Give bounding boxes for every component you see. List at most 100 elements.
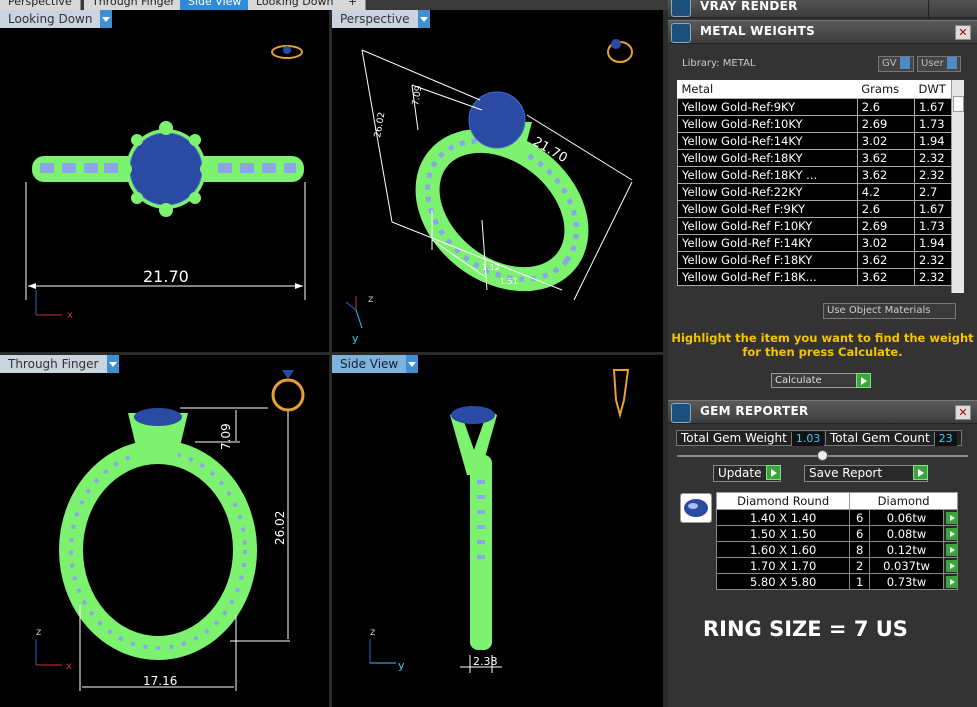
metal-weights-title: METAL WEIGHTS — [700, 24, 816, 38]
table-cell: 6 — [849, 525, 870, 542]
table-row[interactable]: Yellow Gold-Ref:18KY 3.62 2.32 — [677, 149, 959, 167]
table-cell: Yellow Gold-Ref:14KY — [677, 132, 858, 150]
gem-report-table: Diamond Round Diamond 1.40 X 1.40 6 0.06tw… — [715, 492, 959, 590]
viewport-perspective[interactable]: Perspective 26.02 7.09 21.70 1.12 1.51 z… — [332, 10, 663, 352]
table-cell: Yellow Gold-Ref F:18K... — [677, 268, 858, 286]
table-row[interactable]: Yellow Gold-Ref:22KY 4.2 2.7 — [677, 183, 959, 201]
gem-row[interactable]: 1.70 X 1.70 2 0.037tw — [715, 557, 959, 574]
total-gem-count-value: 23 — [933, 432, 957, 446]
svg-text:26.02: 26.02 — [273, 511, 287, 545]
tab-through-finger[interactable]: Through Finger — [84, 0, 184, 10]
table-cell: Yellow Gold-Ref F:10KY — [677, 217, 858, 235]
svg-text:z: z — [368, 294, 373, 305]
library-label: Library: METAL — [682, 58, 756, 69]
table-row[interactable]: Yellow Gold-Ref:14KY 3.02 1.94 — [677, 132, 959, 150]
vray-render-header[interactable]: VRAY RENDER — [668, 0, 977, 19]
gv-toggle[interactable]: GV — [878, 56, 914, 72]
row-go-button[interactable] — [943, 573, 959, 590]
column-header-metal[interactable]: Metal — [677, 80, 858, 99]
table-cell: Yellow Gold-Ref F:18KY — [677, 251, 858, 269]
close-icon[interactable]: ✕ — [955, 25, 971, 40]
metal-weights-header[interactable]: METAL WEIGHTS ✕ — [668, 20, 977, 44]
svg-text:x: x — [67, 310, 73, 321]
table-row[interactable]: Yellow Gold-Ref:10KY 2.69 1.73 — [677, 115, 959, 133]
table-cell: 3.02 — [856, 132, 916, 150]
table-row[interactable]: Yellow Gold-Ref:9KY 2.6 1.67 — [677, 98, 959, 116]
table-cell: 0.06tw — [868, 509, 945, 526]
gem-row[interactable]: 1.60 X 1.60 8 0.12tw — [715, 541, 959, 558]
user-toggle[interactable]: User — [917, 56, 961, 72]
gem-reporter-icon — [671, 403, 691, 423]
total-gem-count: Total Gem Count 23 — [825, 430, 962, 446]
table-cell: Yellow Gold-Ref F:14KY — [677, 234, 858, 252]
table-row[interactable]: Yellow Gold-Ref F:10KY 2.69 1.73 — [677, 217, 959, 235]
gem-row[interactable]: 1.50 X 1.50 6 0.08tw — [715, 525, 959, 542]
table-cell: 8 — [849, 541, 870, 558]
svg-text:y: y — [352, 332, 359, 345]
table-row[interactable]: Yellow Gold-Ref F:18K... 3.62 2.32 — [677, 268, 959, 286]
table-cell: Yellow Gold-Ref:18KY — [677, 149, 858, 167]
play-icon — [913, 465, 928, 480]
tab-perspective[interactable]: Perspective — [0, 0, 81, 10]
slider-knob — [817, 450, 828, 461]
ring-top-view: 21.70 x — [25, 45, 306, 321]
table-cell: 3.02 — [856, 234, 916, 252]
tab-side-view[interactable]: Side View — [180, 0, 251, 10]
row-go-button[interactable] — [943, 557, 959, 574]
ring-front-view: 7.09 26.02 17.16 z x — [35, 370, 305, 691]
table-cell: 3.62 — [856, 251, 916, 269]
gem-row[interactable]: 5.80 X 5.80 1 0.73tw — [715, 573, 959, 590]
update-button[interactable]: Update — [713, 465, 781, 482]
ring-size-label: RING SIZE = 7 US — [703, 617, 908, 641]
play-icon — [856, 373, 871, 388]
column-header-grams[interactable]: Grams — [857, 80, 915, 99]
table-cell: Yellow Gold-Ref:22KY — [677, 183, 858, 201]
table-cell: 1.40 X 1.40 — [715, 509, 851, 526]
tab-looking-down[interactable]: Looking Down — [248, 0, 343, 10]
table-cell: 0.08tw — [868, 525, 945, 542]
gem-slider[interactable] — [677, 450, 968, 461]
total-gem-weight: Total Gem Weight 1.03 — [676, 430, 830, 446]
svg-text:z: z — [370, 627, 375, 638]
row-go-button[interactable] — [943, 525, 959, 542]
table-cell: 6 — [849, 509, 870, 526]
metal-hint-text: Highlight the item you want to find the … — [671, 331, 974, 359]
svg-text:17.16: 17.16 — [143, 674, 177, 688]
viewport-looking-down[interactable]: Looking Down 21.70 x — [0, 10, 329, 352]
svg-text:7.09: 7.09 — [411, 85, 424, 107]
table-row[interactable]: Yellow Gold-Ref F:18KY 3.62 2.32 — [677, 251, 959, 269]
metal-weights-icon — [671, 23, 691, 43]
table-cell: Yellow Gold-Ref:10KY — [677, 115, 858, 133]
table-cell: 2.69 — [856, 115, 916, 133]
panel-minimize[interactable] — [928, 0, 950, 19]
table-cell: 2.6 — [856, 98, 916, 116]
table-cell: 2 — [849, 557, 870, 574]
table-row[interactable]: Yellow Gold-Ref:18KY ... 3.62 2.32 — [677, 166, 959, 184]
close-icon[interactable]: ✕ — [955, 405, 971, 420]
gem-row[interactable]: 1.40 X 1.40 6 0.06tw — [715, 509, 959, 526]
row-go-button[interactable] — [943, 509, 959, 526]
svg-text:7.09: 7.09 — [219, 423, 233, 450]
calculate-button[interactable]: Calculate — [771, 373, 871, 388]
viewport-through-finger[interactable]: Through Finger 7.09 26.02 17.16 z x — [0, 355, 329, 707]
gem-reporter-header[interactable]: GEM REPORTER ✕ — [668, 400, 977, 424]
table-cell: 2.69 — [856, 217, 916, 235]
table-cell: 0.73tw — [868, 573, 945, 590]
row-go-button[interactable] — [943, 541, 959, 558]
viewport-side-view[interactable]: Side View 2.38 z y — [332, 355, 663, 707]
table-cell: 0.037tw — [868, 557, 945, 574]
metal-table-scrollbar[interactable] — [951, 80, 964, 293]
svg-text:x: x — [66, 661, 72, 672]
ring-perspective-view: 26.02 7.09 21.70 1.12 1.51 z y — [345, 39, 633, 345]
column-header-diamond-round: Diamond Round — [715, 492, 851, 510]
save-report-button[interactable]: Save Report — [804, 465, 928, 482]
table-row[interactable]: Yellow Gold-Ref F:14KY 3.02 1.94 — [677, 234, 959, 252]
use-object-materials-button[interactable]: Use Object Materials — [823, 303, 956, 319]
svg-text:2.38: 2.38 — [473, 655, 498, 668]
table-row[interactable]: Yellow Gold-Ref F:9KY 2.6 1.67 — [677, 200, 959, 218]
add-tab-button[interactable]: + — [340, 0, 367, 10]
table-cell: Yellow Gold-Ref:18KY ... — [677, 166, 858, 184]
table-cell: 3.62 — [856, 166, 916, 184]
side-panel: VRAY RENDER METAL WEIGHTS ✕ Library: MET… — [668, 0, 977, 707]
metal-weights-table: Metal Grams DWT Yellow Gold-Ref:9KY 2.6 1.… — [677, 80, 959, 286]
